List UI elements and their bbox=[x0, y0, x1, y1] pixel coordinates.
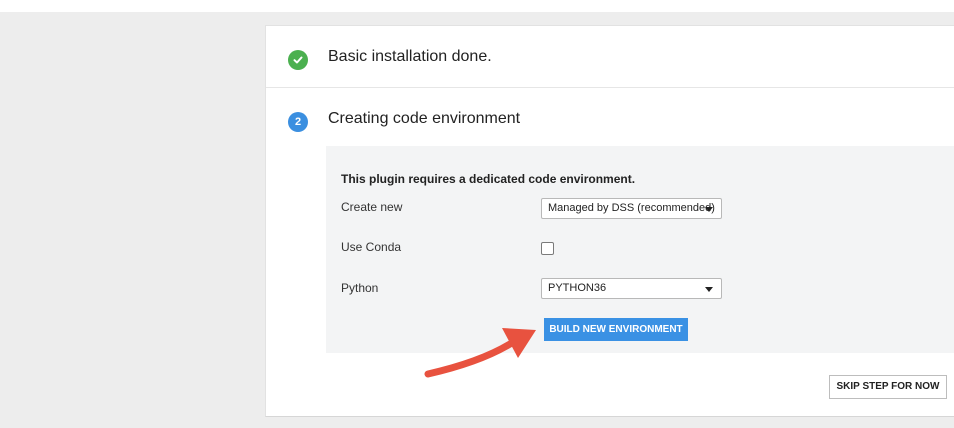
python-label: Python bbox=[341, 281, 379, 295]
step-title: Basic installation done. bbox=[328, 48, 492, 65]
use-conda-checkbox[interactable] bbox=[541, 242, 554, 255]
python-value: PYTHON36 bbox=[548, 282, 607, 294]
plugin-install-card: Basic installation done. 2 Creating code… bbox=[265, 25, 954, 417]
create-new-value: Managed by DSS (recommended) bbox=[548, 202, 715, 214]
step-title: Creating code environment bbox=[328, 110, 521, 127]
annotation-arrow-icon bbox=[424, 328, 536, 378]
create-new-label: Create new bbox=[341, 200, 403, 214]
step-creating-code-env: 2 Creating code environment bbox=[266, 88, 954, 150]
python-select[interactable]: PYTHON36 bbox=[541, 278, 722, 299]
step-number-badge: 2 bbox=[288, 112, 308, 132]
panel-heading: This plugin requires a dedicated code en… bbox=[341, 172, 636, 186]
skip-step-button[interactable]: SKIP STEP FOR NOW bbox=[829, 375, 947, 399]
create-new-select[interactable]: Managed by DSS (recommended) bbox=[541, 198, 722, 219]
top-band bbox=[0, 0, 954, 12]
chevron-down-icon bbox=[705, 287, 713, 292]
use-conda-label: Use Conda bbox=[341, 240, 402, 254]
check-icon bbox=[288, 50, 308, 70]
build-new-environment-button[interactable]: BUILD NEW ENVIRONMENT bbox=[544, 318, 688, 341]
chevron-down-icon bbox=[705, 207, 713, 212]
step-basic-installation: Basic installation done. bbox=[266, 26, 954, 88]
